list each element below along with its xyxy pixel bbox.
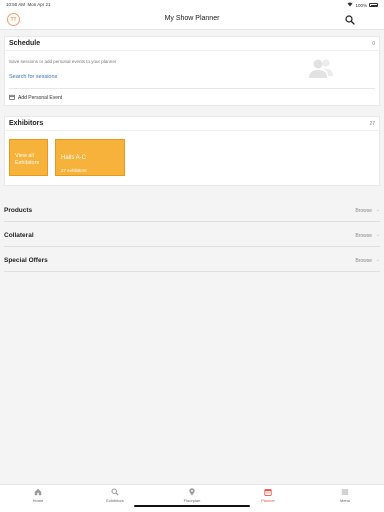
tab-home[interactable]: Home — [8, 488, 68, 503]
people-icon — [307, 57, 335, 79]
battery-percent: 100% — [355, 2, 367, 8]
collateral-browse[interactable]: Browse — [355, 233, 372, 239]
search-icon — [85, 488, 145, 496]
collateral-row[interactable]: Collateral Browse ⌄ — [4, 229, 380, 247]
chevron-down-icon: ⌄ — [375, 207, 380, 213]
calendar-icon — [9, 94, 15, 102]
calendar-icon — [238, 488, 298, 496]
tab-floorplan[interactable]: Floorplan — [162, 488, 222, 503]
tab-home-label: Home — [32, 498, 44, 503]
products-row[interactable]: Products Browse ⌄ — [4, 204, 380, 222]
special-offers-row[interactable]: Special Offers Browse ⌄ — [4, 254, 380, 272]
add-personal-event-label: Add Personal Event — [18, 95, 63, 101]
search-sessions-link[interactable]: Search for sessions — [9, 74, 57, 80]
collateral-label: Collateral — [4, 232, 34, 239]
schedule-card: Schedule 0 Save sessions or add personal… — [4, 36, 380, 106]
nav-bar: TT My Show Planner — [0, 10, 384, 30]
schedule-description: Save sessions or add personal events to … — [9, 59, 117, 64]
exhibitors-card: Exhibitors 27 View all Exhibitors Halls … — [4, 116, 380, 186]
view-all-exhibitors-tile[interactable]: View all Exhibitors — [9, 139, 48, 176]
status-right: 100% — [347, 2, 378, 8]
tab-exhibitors-label: Exhibitors — [106, 498, 124, 503]
tab-floorplan-label: Floorplan — [183, 498, 201, 503]
wifi-icon — [347, 2, 353, 8]
tab-bar: Home Exhibitors Floorplan Planner Menu — [0, 484, 384, 512]
chevron-down-icon: ⌄ — [375, 232, 380, 238]
view-all-label: View all Exhibitors — [15, 153, 40, 166]
tab-menu-label: Menu — [339, 498, 350, 503]
exhibitors-header: Exhibitors 27 — [5, 117, 379, 131]
page-title: My Show Planner — [164, 15, 220, 22]
home-indicator[interactable] — [134, 505, 250, 507]
schedule-title: Schedule — [9, 40, 41, 47]
products-label: Products — [4, 207, 33, 214]
special-offers-label: Special Offers — [4, 257, 48, 264]
special-offers-browse[interactable]: Browse — [355, 258, 372, 264]
schedule-count: 0 — [372, 41, 375, 47]
halls-tile[interactable]: Halls A-C 27 exhibitors — [55, 139, 125, 176]
divider — [9, 88, 375, 89]
tab-menu[interactable]: Menu — [315, 488, 375, 503]
home-icon — [8, 488, 68, 496]
add-personal-event-button[interactable]: Add Personal Event — [9, 94, 62, 102]
halls-title: Halls A-C — [61, 155, 87, 161]
search-icon[interactable] — [344, 13, 356, 25]
status-time: 10:50 AM Mon Apr 21 — [6, 2, 51, 7]
status-bar: 10:50 AM Mon Apr 21 100% — [0, 0, 384, 10]
map-pin-icon — [162, 488, 222, 496]
exhibitors-count: 27 — [369, 121, 375, 127]
tab-planner[interactable]: Planner — [238, 488, 298, 503]
exhibitors-title: Exhibitors — [9, 120, 44, 127]
battery-icon — [369, 3, 378, 7]
chevron-down-icon: ⌄ — [375, 257, 380, 263]
halls-count: 27 exhibitors — [61, 168, 87, 173]
products-browse[interactable]: Browse — [355, 208, 372, 214]
schedule-header: Schedule 0 — [5, 37, 379, 51]
menu-icon — [315, 488, 375, 496]
tab-planner-label: Planner — [261, 498, 275, 503]
tab-exhibitors[interactable]: Exhibitors — [85, 488, 145, 503]
